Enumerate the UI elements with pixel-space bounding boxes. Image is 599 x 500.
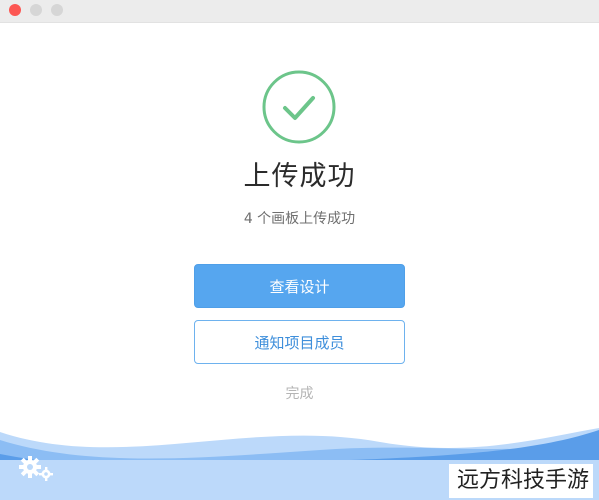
title-bar [0, 0, 599, 23]
maximize-window-button[interactable] [51, 4, 63, 16]
minimize-window-button[interactable] [30, 4, 42, 16]
gears-icon[interactable] [18, 455, 58, 483]
view-design-button[interactable]: 查看设计 [194, 264, 405, 308]
check-circle-icon [262, 70, 336, 144]
done-link[interactable]: 完成 [0, 383, 599, 403]
upload-success-window: 上传成功 4 个画板上传成功 查看设计 通知项目成员 完成 远方科技手游 [0, 0, 599, 500]
close-window-button[interactable] [9, 4, 21, 16]
notify-members-button[interactable]: 通知项目成员 [194, 320, 405, 364]
watermark-text: 远方科技手游 [448, 464, 593, 498]
dialog-subtitle: 4 个画板上传成功 [243, 211, 356, 227]
dialog-title: 上传成功 [243, 161, 356, 192]
